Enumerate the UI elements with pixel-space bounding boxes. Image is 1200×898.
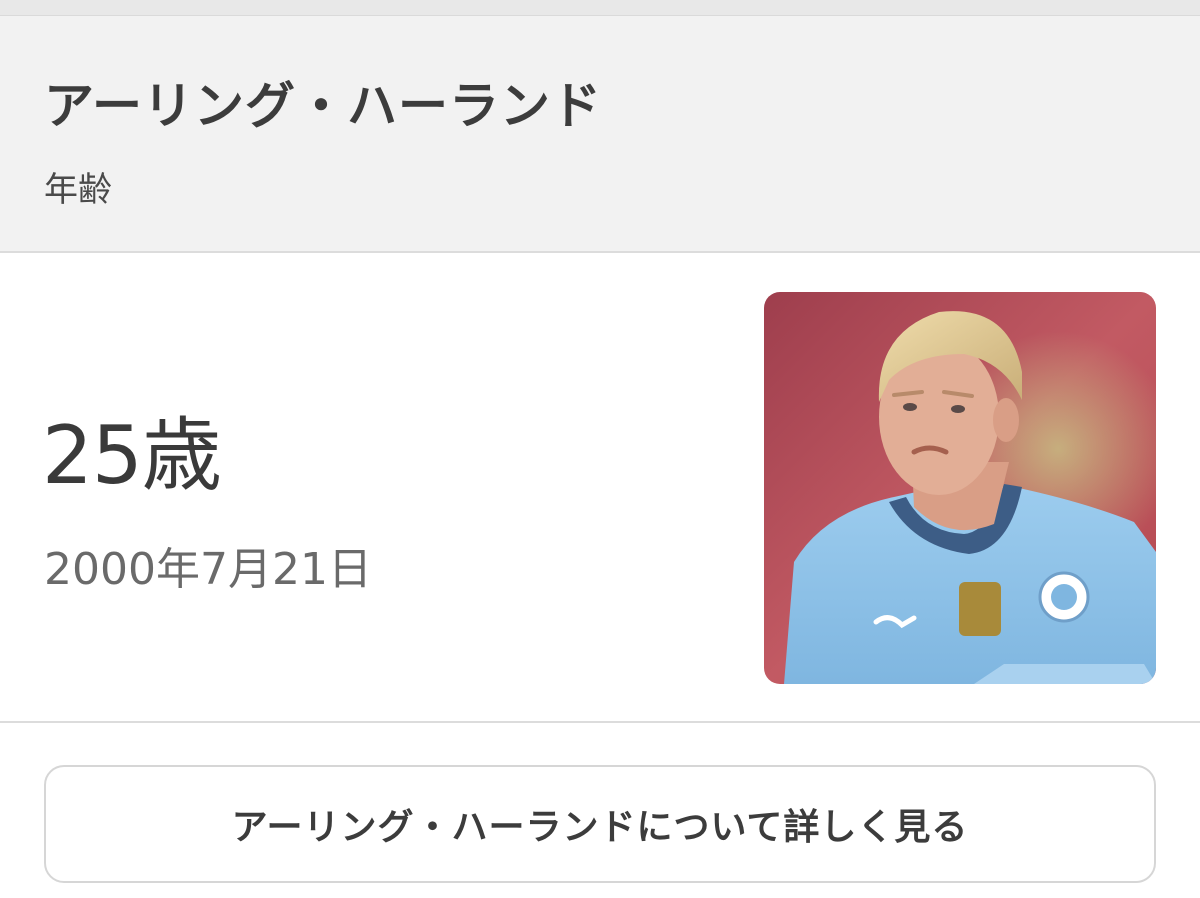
attribute-label: 年齢 [44, 170, 112, 210]
age-value: 25歳 [42, 409, 222, 502]
birthdate-value: 2000年7月21日 [44, 544, 372, 595]
player-photo[interactable] [764, 292, 1156, 684]
player-photo-image [764, 292, 1156, 684]
answer-card: 25歳 2000年7月21日 [0, 253, 1200, 723]
entity-title: アーリング・ハーランド [44, 77, 602, 135]
knowledge-header: アーリング・ハーランド 年齢 [0, 16, 1200, 253]
learn-more-button[interactable]: アーリング・ハーランドについて詳しく見る [44, 765, 1156, 883]
top-strip [0, 0, 1200, 16]
